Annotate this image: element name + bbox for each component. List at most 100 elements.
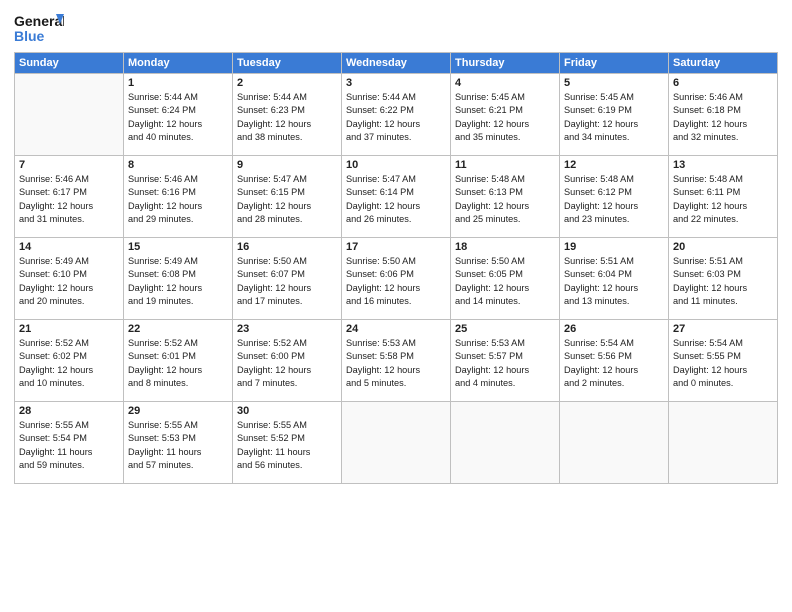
cell-info: Sunrise: 5:54 AM Sunset: 5:56 PM Dayligh… xyxy=(564,337,664,390)
calendar-cell: 2 Sunrise: 5:44 AM Sunset: 6:23 PM Daylig… xyxy=(233,74,342,156)
day-number: 10 xyxy=(346,159,446,171)
calendar-cell: 7 Sunrise: 5:46 AM Sunset: 6:17 PM Daylig… xyxy=(15,156,124,238)
weekday-header-saturday: Saturday xyxy=(669,53,778,74)
calendar-cell: 20Sunrise: 5:51 AM Sunset: 6:03 PM Dayli… xyxy=(669,238,778,320)
calendar-cell: 17 Sunrise: 5:50 AM Sunset: 6:06 PM Dayli… xyxy=(342,238,451,320)
cell-info: Sunrise: 5:46 AM Sunset: 6:18 PM Dayligh… xyxy=(673,91,773,144)
cell-info: Sunrise: 5:53 AM Sunset: 5:58 PM Dayligh… xyxy=(346,337,446,390)
day-number: 18 xyxy=(455,241,555,253)
day-number: 12 xyxy=(564,159,664,171)
day-number: 3 xyxy=(346,77,446,89)
calendar-cell xyxy=(342,402,451,484)
day-number: 15 xyxy=(128,241,228,253)
cell-info: Sunrise: 5:44 AM Sunset: 6:22 PM Dayligh… xyxy=(346,91,446,144)
weekday-header-row: SundayMondayTuesdayWednesdayThursdayFrid… xyxy=(15,53,778,74)
cell-info: Sunrise: 5:52 AM Sunset: 6:00 PM Dayligh… xyxy=(237,337,337,390)
day-number: 8 xyxy=(128,159,228,171)
cell-info: Sunrise: 5:50 AM Sunset: 6:05 PM Dayligh… xyxy=(455,255,555,308)
calendar-cell xyxy=(15,74,124,156)
week-row-1: 1 Sunrise: 5:44 AM Sunset: 6:24 PM Daylig… xyxy=(15,74,778,156)
day-number: 29 xyxy=(128,405,228,417)
cell-info: Sunrise: 5:44 AM Sunset: 6:24 PM Dayligh… xyxy=(128,91,228,144)
calendar-cell: 27 Sunrise: 5:54 AM Sunset: 5:55 PM Dayli… xyxy=(669,320,778,402)
weekday-header-wednesday: Wednesday xyxy=(342,53,451,74)
day-number: 16 xyxy=(237,241,337,253)
calendar-cell: 14Sunrise: 5:49 AM Sunset: 6:10 PM Dayli… xyxy=(15,238,124,320)
calendar-cell: 11 Sunrise: 5:48 AM Sunset: 6:13 PM Dayli… xyxy=(451,156,560,238)
day-number: 26 xyxy=(564,323,664,335)
day-number: 25 xyxy=(455,323,555,335)
cell-info: Sunrise: 5:47 AM Sunset: 6:14 PM Dayligh… xyxy=(346,173,446,226)
calendar-cell: 13 Sunrise: 5:48 AM Sunset: 6:11 PM Dayli… xyxy=(669,156,778,238)
day-number: 6 xyxy=(673,77,773,89)
calendar-cell: 28 Sunrise: 5:55 AM Sunset: 5:54 PM Dayli… xyxy=(15,402,124,484)
calendar-cell: 24 Sunrise: 5:53 AM Sunset: 5:58 PM Dayli… xyxy=(342,320,451,402)
calendar-cell: 22 Sunrise: 5:52 AM Sunset: 6:01 PM Dayli… xyxy=(124,320,233,402)
weekday-header-sunday: Sunday xyxy=(15,53,124,74)
cell-info: Sunrise: 5:50 AM Sunset: 6:07 PM Dayligh… xyxy=(237,255,337,308)
day-number: 30 xyxy=(237,405,337,417)
day-number: 11 xyxy=(455,159,555,171)
weekday-header-monday: Monday xyxy=(124,53,233,74)
calendar-cell: 8 Sunrise: 5:46 AM Sunset: 6:16 PM Daylig… xyxy=(124,156,233,238)
svg-text:General: General xyxy=(14,13,64,29)
day-number: 24 xyxy=(346,323,446,335)
day-number: 9 xyxy=(237,159,337,171)
cell-info: Sunrise: 5:49 AM Sunset: 6:08 PM Dayligh… xyxy=(128,255,228,308)
cell-info: Sunrise: 5:55 AM Sunset: 5:53 PM Dayligh… xyxy=(128,419,228,472)
calendar-cell xyxy=(451,402,560,484)
calendar-cell: 12 Sunrise: 5:48 AM Sunset: 6:12 PM Dayli… xyxy=(560,156,669,238)
day-number: 19 xyxy=(564,241,664,253)
calendar-cell: 21Sunrise: 5:52 AM Sunset: 6:02 PM Dayli… xyxy=(15,320,124,402)
week-row-3: 14Sunrise: 5:49 AM Sunset: 6:10 PM Dayli… xyxy=(15,238,778,320)
calendar-cell: 9 Sunrise: 5:47 AM Sunset: 6:15 PM Daylig… xyxy=(233,156,342,238)
calendar-cell: 25Sunrise: 5:53 AM Sunset: 5:57 PM Dayli… xyxy=(451,320,560,402)
calendar-cell: 19 Sunrise: 5:51 AM Sunset: 6:04 PM Dayli… xyxy=(560,238,669,320)
weekday-header-tuesday: Tuesday xyxy=(233,53,342,74)
cell-info: Sunrise: 5:46 AM Sunset: 6:16 PM Dayligh… xyxy=(128,173,228,226)
day-number: 13 xyxy=(673,159,773,171)
cell-info: Sunrise: 5:48 AM Sunset: 6:12 PM Dayligh… xyxy=(564,173,664,226)
calendar-cell xyxy=(669,402,778,484)
day-number: 5 xyxy=(564,77,664,89)
calendar-cell: 4Sunrise: 5:45 AM Sunset: 6:21 PM Daylig… xyxy=(451,74,560,156)
day-number: 28 xyxy=(19,405,119,417)
weekday-header-friday: Friday xyxy=(560,53,669,74)
cell-info: Sunrise: 5:55 AM Sunset: 5:52 PM Dayligh… xyxy=(237,419,337,472)
calendar-cell: 26 Sunrise: 5:54 AM Sunset: 5:56 PM Dayli… xyxy=(560,320,669,402)
cell-info: Sunrise: 5:46 AM Sunset: 6:17 PM Dayligh… xyxy=(19,173,119,226)
logo: GeneralBlue xyxy=(14,10,64,46)
cell-info: Sunrise: 5:48 AM Sunset: 6:13 PM Dayligh… xyxy=(455,173,555,226)
calendar-cell: 18 Sunrise: 5:50 AM Sunset: 6:05 PM Dayli… xyxy=(451,238,560,320)
cell-info: Sunrise: 5:47 AM Sunset: 6:15 PM Dayligh… xyxy=(237,173,337,226)
cell-info: Sunrise: 5:55 AM Sunset: 5:54 PM Dayligh… xyxy=(19,419,119,472)
calendar-cell: 15 Sunrise: 5:49 AM Sunset: 6:08 PM Dayli… xyxy=(124,238,233,320)
calendar-cell: 10 Sunrise: 5:47 AM Sunset: 6:14 PM Dayli… xyxy=(342,156,451,238)
day-number: 1 xyxy=(128,77,228,89)
week-row-2: 7 Sunrise: 5:46 AM Sunset: 6:17 PM Daylig… xyxy=(15,156,778,238)
day-number: 7 xyxy=(19,159,119,171)
cell-info: Sunrise: 5:48 AM Sunset: 6:11 PM Dayligh… xyxy=(673,173,773,226)
calendar-cell: 16 Sunrise: 5:50 AM Sunset: 6:07 PM Dayli… xyxy=(233,238,342,320)
cell-info: Sunrise: 5:51 AM Sunset: 6:04 PM Dayligh… xyxy=(564,255,664,308)
cell-info: Sunrise: 5:54 AM Sunset: 5:55 PM Dayligh… xyxy=(673,337,773,390)
day-number: 27 xyxy=(673,323,773,335)
cell-info: Sunrise: 5:52 AM Sunset: 6:01 PM Dayligh… xyxy=(128,337,228,390)
week-row-5: 28 Sunrise: 5:55 AM Sunset: 5:54 PM Dayli… xyxy=(15,402,778,484)
cell-info: Sunrise: 5:44 AM Sunset: 6:23 PM Dayligh… xyxy=(237,91,337,144)
calendar-cell: 23 Sunrise: 5:52 AM Sunset: 6:00 PM Dayli… xyxy=(233,320,342,402)
day-number: 20 xyxy=(673,241,773,253)
week-row-4: 21Sunrise: 5:52 AM Sunset: 6:02 PM Dayli… xyxy=(15,320,778,402)
day-number: 22 xyxy=(128,323,228,335)
page-header: GeneralBlue xyxy=(14,10,778,46)
day-number: 23 xyxy=(237,323,337,335)
weekday-header-thursday: Thursday xyxy=(451,53,560,74)
day-number: 21 xyxy=(19,323,119,335)
day-number: 17 xyxy=(346,241,446,253)
svg-text:Blue: Blue xyxy=(14,28,45,44)
calendar-cell xyxy=(560,402,669,484)
calendar-cell: 29 Sunrise: 5:55 AM Sunset: 5:53 PM Dayli… xyxy=(124,402,233,484)
cell-info: Sunrise: 5:50 AM Sunset: 6:06 PM Dayligh… xyxy=(346,255,446,308)
day-number: 2 xyxy=(237,77,337,89)
day-number: 14 xyxy=(19,241,119,253)
